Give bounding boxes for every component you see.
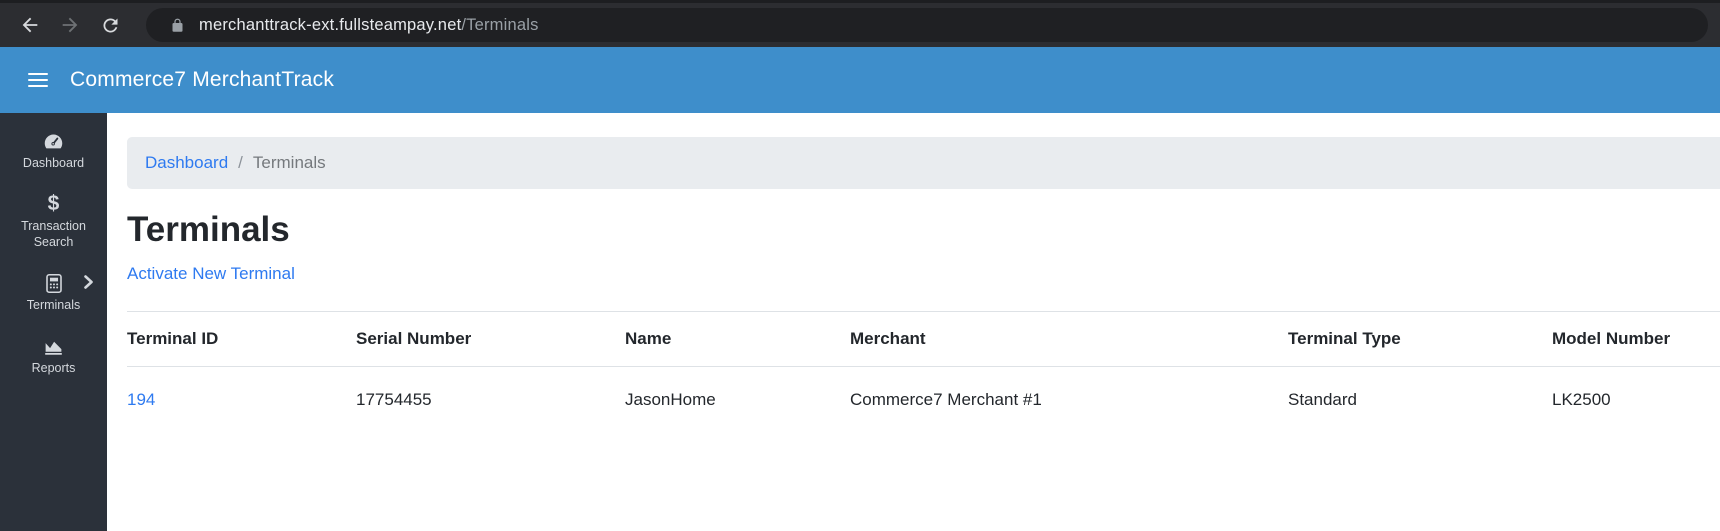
column-header-terminal-id: Terminal ID: [127, 311, 356, 367]
back-button[interactable]: [12, 7, 48, 43]
reload-button[interactable]: [92, 7, 128, 43]
gauge-icon: [43, 130, 64, 152]
cell-serial-number: 17754455: [356, 390, 432, 409]
breadcrumb: Dashboard / Terminals: [127, 137, 1720, 189]
breadcrumb-link-dashboard[interactable]: Dashboard: [145, 153, 228, 173]
address-bar[interactable]: merchanttrack-ext.fullsteampay.net/Termi…: [146, 8, 1708, 42]
sidebar-item-transaction-search[interactable]: $ Transaction Search: [0, 182, 107, 261]
column-header-serial-number: Serial Number: [356, 311, 625, 367]
column-header-terminal-type: Terminal Type: [1288, 311, 1552, 367]
url-text: merchanttrack-ext.fullsteampay.net/Termi…: [199, 16, 539, 35]
cell-model-number: LK2500: [1552, 390, 1611, 409]
column-header-model-number: Model Number: [1552, 311, 1720, 367]
dollar-icon: $: [47, 192, 60, 215]
sidebar-item-terminals[interactable]: Terminals: [0, 261, 107, 324]
back-arrow-icon: [22, 17, 38, 33]
url-path: /Terminals: [461, 15, 539, 34]
activate-new-terminal-link[interactable]: Activate New Terminal: [127, 264, 295, 284]
chart-area-icon: [43, 335, 64, 357]
forward-button[interactable]: [52, 7, 88, 43]
sidebar-item-label: Transaction Search: [21, 219, 86, 249]
cell-name: JasonHome: [625, 390, 716, 409]
breadcrumb-separator: /: [238, 153, 243, 172]
sidebar-nav: Dashboard $ Transaction Search Terminals: [0, 113, 107, 531]
chevron-right-icon: [83, 275, 94, 289]
sidebar-item-dashboard[interactable]: Dashboard: [0, 119, 107, 182]
browser-toolbar: merchanttrack-ext.fullsteampay.net/Termi…: [0, 0, 1720, 47]
table-row: 194 17754455 JasonHome Commerce7 Merchan…: [127, 367, 1720, 429]
sidebar-item-label: Reports: [31, 361, 76, 375]
breadcrumb-current: Terminals: [252, 153, 326, 172]
sidebar-item-reports[interactable]: Reports: [0, 324, 107, 387]
page-title: Terminals: [127, 210, 290, 249]
forward-arrow-icon: [62, 17, 78, 33]
hamburger-menu-icon[interactable]: [28, 72, 48, 88]
sidebar-item-label: Terminals: [26, 298, 81, 312]
url-host: merchanttrack-ext.fullsteampay.net: [199, 15, 462, 34]
app-header: Commerce7 MerchantTrack: [0, 47, 1720, 113]
terminals-table: Terminal ID Serial Number Name Merchant …: [127, 311, 1720, 428]
reload-icon: [102, 17, 117, 32]
lock-icon: [170, 18, 185, 33]
app-title: Commerce7 MerchantTrack: [70, 68, 335, 91]
main-content: Dashboard / Terminals Terminals Activate…: [107, 113, 1720, 531]
cell-terminal-id: 194: [127, 367, 356, 429]
calculator-icon: [44, 272, 64, 294]
terminal-id-link[interactable]: 194: [127, 390, 155, 409]
column-header-name: Name: [625, 311, 850, 367]
sidebar-item-label: Dashboard: [22, 156, 85, 170]
cell-terminal-type: Standard: [1288, 390, 1357, 409]
cell-merchant: Commerce7 Merchant #1: [850, 390, 1042, 409]
column-header-merchant: Merchant: [850, 311, 1288, 367]
table-header-row: Terminal ID Serial Number Name Merchant …: [127, 311, 1720, 367]
